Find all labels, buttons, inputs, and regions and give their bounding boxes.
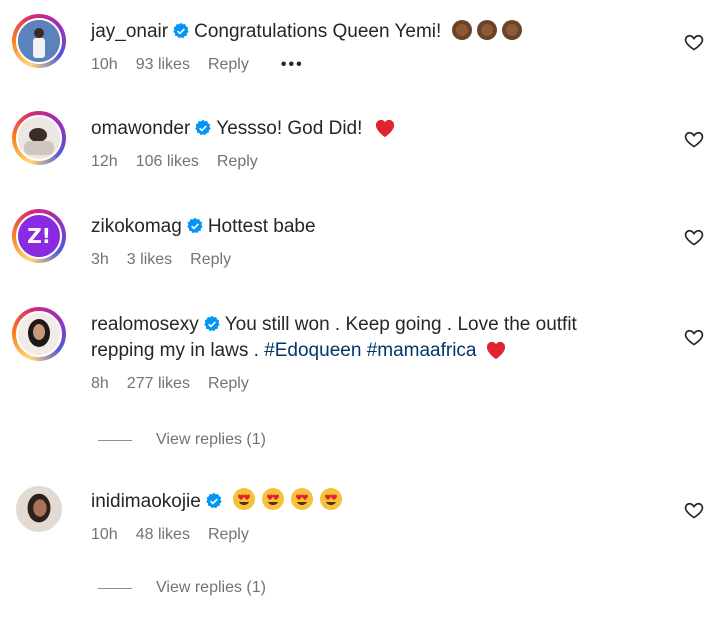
user-photo-icon — [18, 313, 60, 355]
comment-text: Yessso! God Did! — [216, 118, 363, 139]
avatar[interactable] — [12, 482, 66, 536]
comment-likes[interactable]: 48 likes — [136, 525, 190, 545]
comment-text-continued: repping my in laws . — [91, 340, 259, 361]
user-photo-icon — [18, 117, 60, 159]
comment-time: 10h — [91, 56, 118, 73]
clap-hands-icon — [451, 20, 526, 42]
comment-text: Hottest babe — [207, 216, 316, 237]
replies-divider — [98, 439, 132, 441]
red-heart-icon — [375, 119, 394, 138]
comment-likes[interactable]: 93 likes — [136, 55, 190, 75]
like-heart-icon[interactable] — [684, 327, 704, 347]
more-options-button[interactable]: ••• — [281, 55, 304, 75]
user-photo-icon — [18, 20, 60, 62]
like-heart-icon[interactable] — [684, 129, 704, 149]
reply-button[interactable]: Reply — [208, 55, 249, 75]
reply-button[interactable]: Reply — [208, 525, 249, 545]
reply-button[interactable]: Reply — [208, 374, 249, 394]
verified-badge-icon — [195, 119, 211, 136]
avatar[interactable] — [12, 111, 66, 165]
comment-time: 8h — [91, 375, 109, 392]
hashtag-link[interactable]: #Edoqueen — [264, 340, 361, 361]
comment-likes[interactable]: 3 likes — [127, 250, 172, 270]
verified-badge-icon — [203, 315, 220, 332]
avatar[interactable]: Z! — [12, 209, 66, 263]
verified-badge-icon — [206, 492, 222, 509]
hashtag-link[interactable]: #mamaafrica — [367, 340, 477, 361]
comment-username[interactable]: realomosexy — [91, 314, 199, 335]
comment-text: Congratulations Queen Yemi! — [194, 21, 442, 42]
like-heart-icon[interactable] — [684, 32, 704, 52]
user-photo-icon — [17, 487, 61, 531]
view-replies-label: View replies (1) — [156, 431, 266, 448]
verified-badge-icon — [173, 22, 189, 39]
comment-time: 12h — [91, 153, 118, 170]
reply-button[interactable]: Reply — [190, 250, 231, 270]
comment-username[interactable]: omawonder — [91, 118, 190, 139]
comment-username[interactable]: inidimaokojie — [91, 491, 201, 512]
heart-eyes-icon — [233, 488, 343, 510]
like-heart-icon[interactable] — [684, 500, 704, 520]
like-heart-icon[interactable] — [684, 227, 704, 247]
comment-text: You still won . Keep going . Love the ou… — [224, 314, 577, 335]
replies-divider — [98, 587, 132, 589]
verified-badge-icon — [187, 217, 203, 234]
comment-likes[interactable]: 106 likes — [136, 152, 199, 172]
view-replies-button[interactable]: View replies (1) — [98, 579, 266, 597]
view-replies-button[interactable]: View replies (1) — [98, 431, 266, 449]
comment-likes[interactable]: 277 likes — [127, 374, 190, 394]
zikoko-logo: Z! — [27, 224, 51, 248]
red-heart-icon — [486, 341, 505, 360]
comment-username[interactable]: jay_onair — [91, 21, 168, 42]
avatar[interactable] — [12, 14, 66, 68]
comments-list: jay_onair Congratulations Queen Yemi! 10h… — [0, 0, 720, 617]
reply-button[interactable]: Reply — [217, 152, 258, 172]
comment-username[interactable]: zikokomag — [91, 216, 182, 237]
avatar[interactable] — [12, 307, 66, 361]
comment-time: 10h — [91, 526, 118, 543]
view-replies-label: View replies (1) — [156, 579, 266, 596]
comment-time: 3h — [91, 251, 109, 268]
